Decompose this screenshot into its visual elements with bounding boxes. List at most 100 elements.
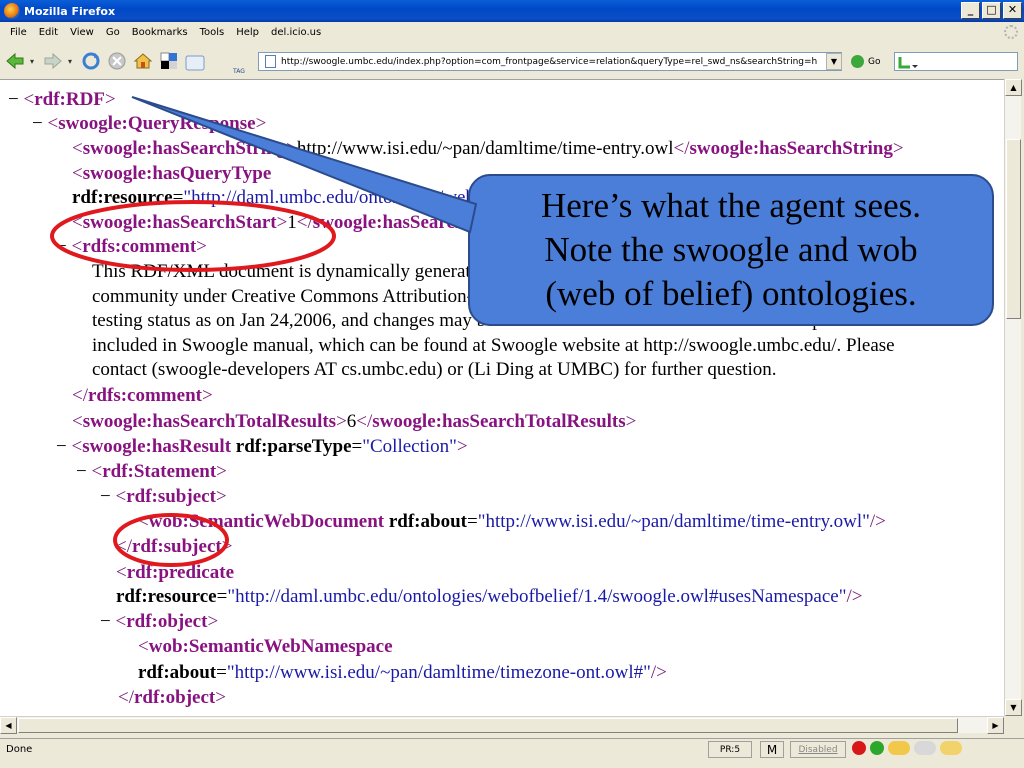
scroll-right-button[interactable]: ▶ bbox=[987, 717, 1004, 734]
throbber-icon bbox=[1004, 25, 1018, 39]
tag-button[interactable] bbox=[184, 50, 206, 72]
delicious-button[interactable] bbox=[158, 50, 180, 72]
xml-tag-token: wob:SemanticWebNamespace bbox=[148, 636, 393, 657]
xml-minus-token[interactable]: − bbox=[56, 436, 71, 457]
window-title: Mozilla Firefox bbox=[24, 4, 116, 18]
menu-view[interactable]: View bbox=[64, 27, 100, 38]
home-button[interactable] bbox=[132, 50, 154, 72]
xml-tag-token: rdfs:comment bbox=[82, 236, 197, 257]
xml-attr-token: rdf:parseType bbox=[235, 436, 352, 457]
xml-minus-token[interactable]: − bbox=[100, 486, 115, 507]
xml-br-token: < bbox=[116, 562, 127, 583]
xml-br-token: < bbox=[23, 89, 35, 110]
xml-text-token: = bbox=[466, 511, 478, 532]
gmail-indicator[interactable]: M bbox=[760, 741, 784, 758]
pagerank-indicator[interactable]: PR:5 bbox=[708, 741, 752, 758]
url-text[interactable]: http://swoogle.umbc.edu/index.php?option… bbox=[281, 57, 817, 67]
xml-br-token: > bbox=[336, 411, 347, 432]
horizontal-scroll-thumb[interactable] bbox=[18, 718, 958, 733]
xml-val-token: "Collection" bbox=[362, 436, 457, 457]
xml-line: − <swoogle:hasResult rdf:parseType="Coll… bbox=[56, 435, 468, 458]
go-icon bbox=[851, 55, 864, 68]
xml-minus-token[interactable]: − bbox=[8, 89, 23, 110]
disabled-indicator[interactable]: Disabled bbox=[790, 741, 846, 758]
xml-minus-token[interactable]: − bbox=[100, 611, 115, 632]
menu-tools[interactable]: Tools bbox=[194, 27, 231, 38]
back-dropdown-icon[interactable]: ▾ bbox=[30, 57, 38, 66]
xml-br-token: < bbox=[138, 636, 149, 657]
xml-minus-token[interactable]: − bbox=[32, 113, 47, 134]
annotation-callout: Here’s what the agent sees. Note the swo… bbox=[468, 174, 994, 326]
page-icon bbox=[265, 55, 276, 68]
menu-edit[interactable]: Edit bbox=[33, 27, 64, 38]
xml-line: included in Swoogle manual, which can be… bbox=[92, 334, 895, 357]
xml-text-token: http://www.isi.edu/~pan/damltime/time-en… bbox=[296, 138, 674, 159]
xml-br-token: < bbox=[72, 163, 83, 184]
xml-minus-token[interactable]: − bbox=[56, 236, 71, 257]
xml-br-token: </ bbox=[116, 536, 132, 557]
menu-file[interactable]: File bbox=[4, 27, 33, 38]
xml-line: − <rdf:RDF> bbox=[8, 88, 116, 111]
minimize-button[interactable]: _ bbox=[961, 2, 980, 19]
status-icons bbox=[852, 741, 962, 755]
xml-line: <swoogle:hasQueryType bbox=[72, 162, 271, 185]
forward-button[interactable] bbox=[42, 50, 64, 72]
close-button[interactable]: ✕ bbox=[1003, 2, 1022, 19]
stop-button[interactable] bbox=[106, 50, 128, 72]
scroll-up-button[interactable]: ▲ bbox=[1005, 79, 1022, 96]
menu-bookmarks[interactable]: Bookmarks bbox=[126, 27, 194, 38]
scroll-left-button[interactable]: ◀ bbox=[0, 717, 17, 734]
firefox-logo-icon bbox=[4, 3, 20, 19]
xml-val-token: "http://www.isi.edu/~pan/damltime/time-e… bbox=[477, 511, 870, 532]
horizontal-scrollbar[interactable]: ◀ ▶ bbox=[0, 716, 1004, 734]
vertical-scrollbar[interactable]: ▲ ▼ bbox=[1004, 79, 1022, 716]
xml-minus-token[interactable]: − bbox=[76, 461, 91, 482]
delicious-icon bbox=[160, 52, 177, 69]
xml-tag-token: swoogle:hasSearchStart bbox=[82, 212, 277, 233]
vertical-scroll-thumb[interactable] bbox=[1006, 139, 1021, 319]
green-status-icon[interactable] bbox=[870, 741, 884, 755]
url-bar[interactable]: http://swoogle.umbc.edu/index.php?option… bbox=[258, 52, 842, 71]
xml-line: <rdf:predicate bbox=[116, 561, 234, 584]
xml-br-token: < bbox=[72, 138, 83, 159]
url-dropdown-button[interactable]: ▼ bbox=[826, 53, 842, 70]
go-button[interactable]: Go bbox=[851, 53, 880, 70]
xml-line: </rdfs:comment> bbox=[72, 384, 213, 407]
xml-br-token: /> bbox=[650, 662, 667, 683]
scroll-down-button[interactable]: ▼ bbox=[1005, 699, 1022, 716]
xml-tag-token: rdf:object bbox=[126, 611, 208, 632]
title-bar: Mozilla Firefox _ □ ✕ bbox=[0, 0, 1024, 22]
xml-line: − <rdf:subject> bbox=[100, 485, 227, 508]
menu-delicious[interactable]: del.icio.us bbox=[265, 27, 327, 38]
sun-cloud-icon[interactable] bbox=[940, 741, 962, 755]
xml-br-token: </ bbox=[356, 411, 373, 432]
menu-go[interactable]: Go bbox=[100, 27, 126, 38]
xml-text-token: contact (swoogle-developers AT cs.umbc.e… bbox=[92, 359, 777, 380]
reload-button[interactable] bbox=[80, 50, 102, 72]
forward-dropdown-icon[interactable]: ▾ bbox=[68, 57, 76, 66]
xml-br-token: < bbox=[71, 436, 83, 457]
delicious-search-icon bbox=[898, 56, 918, 68]
xml-br-token: /> bbox=[869, 511, 886, 532]
xml-line: rdf:resource="http://daml.umbc.edu/ontol… bbox=[116, 585, 863, 608]
xml-text-token: = bbox=[172, 187, 184, 208]
tag-icon bbox=[185, 55, 205, 71]
cloud-icon[interactable] bbox=[914, 741, 936, 755]
xml-br-token: > bbox=[215, 486, 227, 507]
weather-icon[interactable] bbox=[888, 741, 910, 755]
status-text: Done bbox=[6, 744, 33, 755]
xml-br-token: > bbox=[104, 89, 116, 110]
search-box[interactable] bbox=[894, 52, 1018, 71]
xml-line: <wob:SemanticWebNamespace bbox=[138, 635, 393, 658]
menu-help[interactable]: Help bbox=[230, 27, 265, 38]
xml-tag-token: rdf:subject bbox=[126, 486, 216, 507]
maximize-button[interactable]: □ bbox=[982, 2, 1001, 19]
pagerank-label: PR:5 bbox=[719, 744, 741, 755]
back-button[interactable] bbox=[4, 50, 26, 72]
xml-line: </rdf:object> bbox=[118, 686, 226, 709]
back-arrow-icon bbox=[6, 52, 24, 70]
red-status-icon[interactable] bbox=[852, 741, 866, 755]
menu-bar: File Edit View Go Bookmarks Tools Help d… bbox=[0, 22, 1024, 42]
xml-br-token: < bbox=[115, 486, 127, 507]
xml-tag-token: swoogle:hasQueryType bbox=[82, 163, 272, 184]
